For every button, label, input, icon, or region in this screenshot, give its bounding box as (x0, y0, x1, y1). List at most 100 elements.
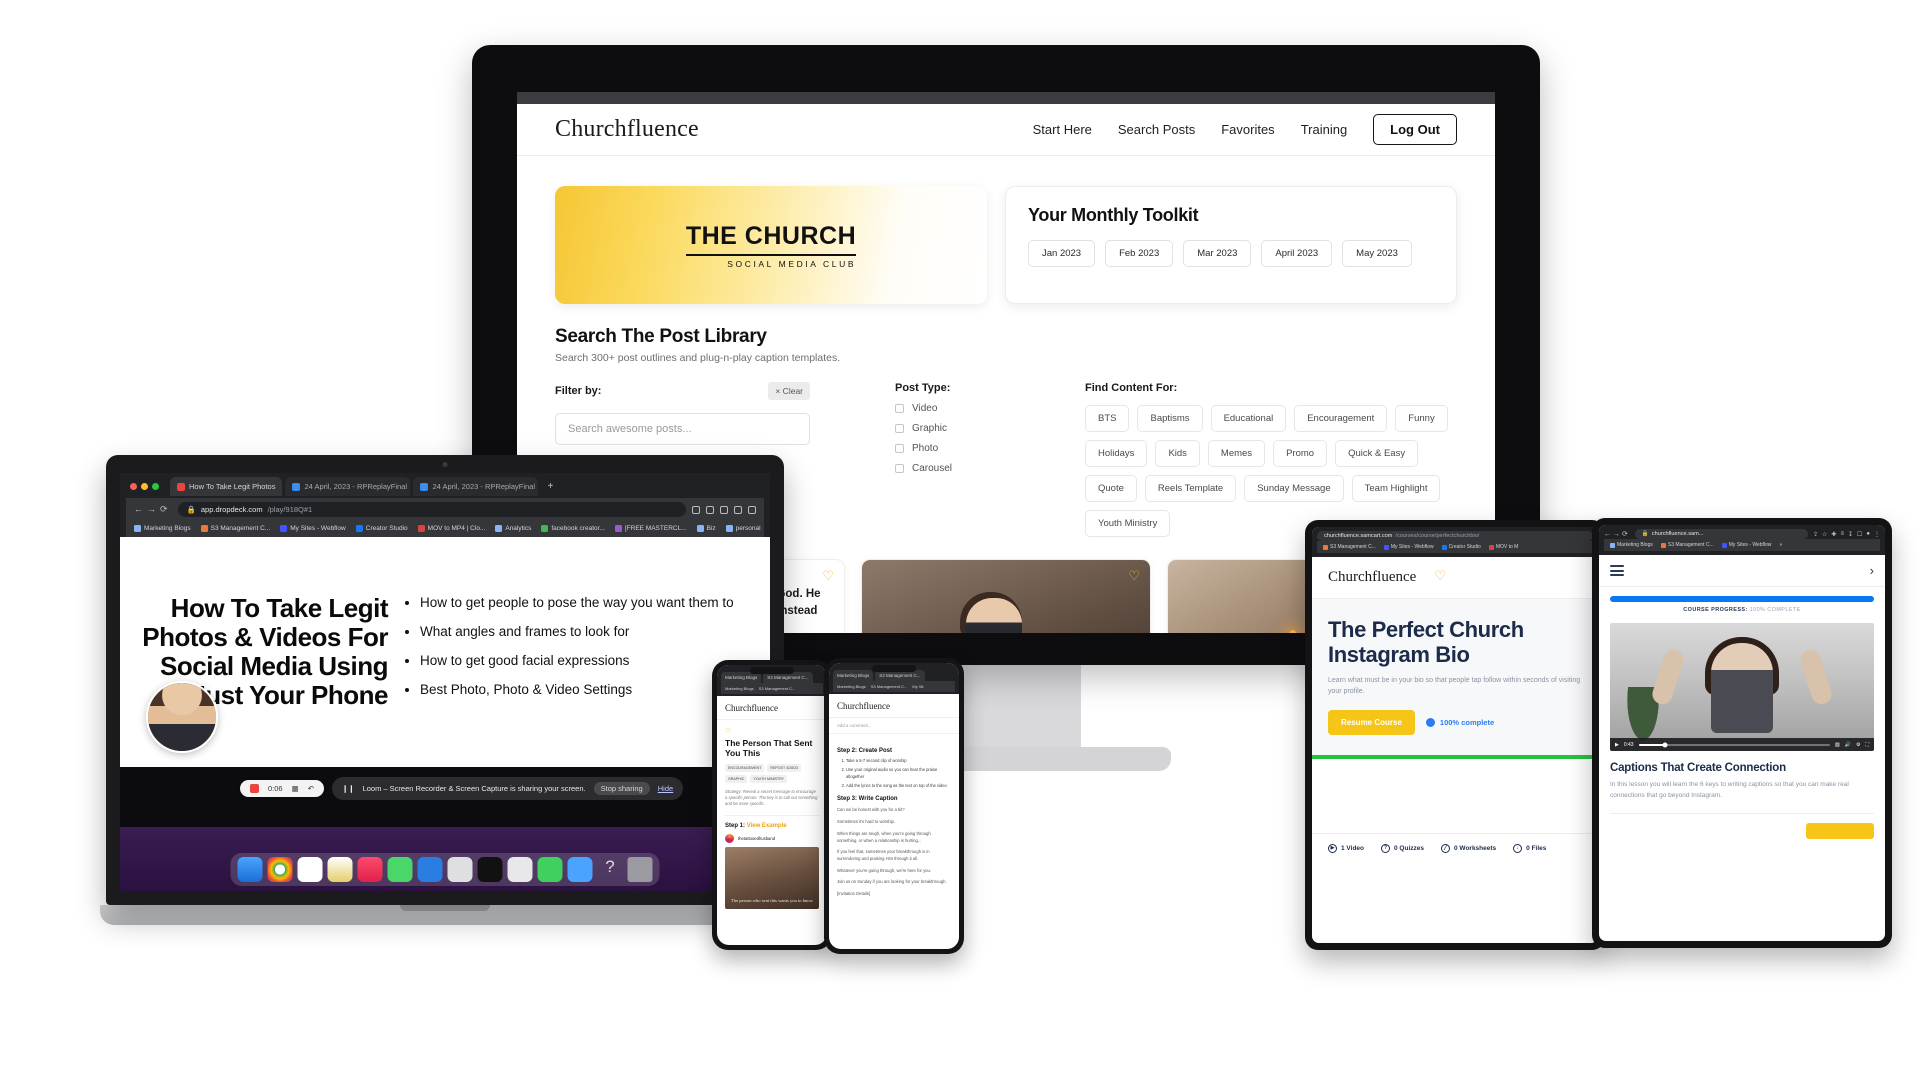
next-lesson-button[interactable] (1806, 823, 1874, 840)
nav-item-search-posts[interactable]: Search Posts (1118, 122, 1195, 137)
bookmark-mov-to-mp4[interactable]: MOV to MP4 | Clo... (417, 525, 485, 532)
reading-list-icon[interactable]: ≡ (1840, 531, 1844, 537)
resume-course-button[interactable]: Resume Course (1328, 709, 1415, 735)
bookmark-marketing-blogs[interactable]: Marketing Blogs (134, 525, 191, 532)
dock-facetime-icon[interactable] (537, 857, 563, 882)
dock-calculator-icon[interactable] (507, 857, 533, 882)
new-tab-icon[interactable]: + (541, 481, 559, 492)
profile-avatar-icon[interactable]: ● (1866, 531, 1870, 537)
window-icon[interactable]: ☐ (1857, 531, 1862, 538)
checkbox-icon[interactable] (895, 464, 904, 473)
dock-help-icon[interactable]: ? (598, 857, 623, 882)
share-icon[interactable] (692, 505, 700, 514)
bookmark-free-masterclass[interactable]: [FREE MASTERCL... (614, 525, 687, 532)
phone-bookmark-2[interactable]: S3 Management C... (871, 684, 908, 689)
download-icon[interactable]: ↧ (1848, 531, 1853, 538)
tablet-bookmark-webflow[interactable]: My Sites - Webflow (1721, 542, 1771, 548)
checkbox-icon[interactable] (895, 404, 904, 413)
checkbox-icon[interactable] (895, 444, 904, 453)
volume-icon[interactable]: 🔊 (1845, 742, 1851, 748)
phone-bookmark-1[interactable]: Marketing Blogs (837, 684, 866, 689)
bookmark-facebook-creator[interactable]: facebook creator... (541, 525, 605, 532)
video-scrubber[interactable] (1638, 742, 1831, 747)
month-chip-feb[interactable]: Feb 2023 (1105, 240, 1174, 267)
result-card-photo-1[interactable]: ♡ (861, 559, 1151, 633)
lesson-video-player[interactable]: ▶ 0:43 ▧ 🔊 ⚙ ⛶ (1610, 623, 1874, 751)
browser-menu-icon[interactable]: ⋮ (1874, 531, 1880, 538)
checkbox-row-photo[interactable]: Photo (895, 443, 1085, 454)
tablet-bookmark-mov[interactable]: MOV to M (1488, 544, 1518, 550)
bookmark-biz[interactable]: Biz (696, 525, 716, 532)
tag-encouragement[interactable]: Encouragement (1294, 405, 1388, 432)
phone-bookmark-3[interactable]: My Sit (912, 684, 923, 689)
extensions-icon[interactable] (720, 505, 728, 514)
tag-team-highlight[interactable]: Team Highlight (1351, 475, 1441, 502)
month-chip-may[interactable]: May 2023 (1342, 240, 1412, 267)
recorder-controls[interactable]: 0:06 ▦ ↶ (240, 779, 324, 797)
favorite-heart-icon[interactable]: ♡ (822, 568, 834, 584)
grid-icon[interactable]: ▦ (292, 784, 299, 793)
url-input[interactable]: 🔒 app.dropdeck.com /play/918Q#1 (177, 502, 686, 517)
dock-trash-icon[interactable] (627, 857, 653, 882)
close-window-icon[interactable] (130, 483, 137, 490)
menu-hamburger-icon[interactable] (1610, 565, 1624, 576)
browser-menu-icon[interactable] (748, 505, 756, 514)
nav-item-start-here[interactable]: Start Here (1033, 122, 1092, 137)
profile-avatar-icon[interactable] (734, 505, 742, 514)
minimize-window-icon[interactable] (141, 483, 148, 490)
tag-quote[interactable]: Quote (1085, 475, 1137, 502)
browser-tab-2[interactable]: 24 April, 2023 - RPReplayFinal (285, 477, 411, 496)
tag-memes[interactable]: Memes (1207, 440, 1266, 467)
logout-button[interactable]: Log Out (1373, 114, 1457, 145)
dock-zoom-icon[interactable] (417, 857, 443, 882)
hide-button[interactable]: Hide (658, 784, 673, 793)
stop-sharing-button[interactable]: Stop sharing (593, 781, 650, 795)
browser-tab-3[interactable]: 24 April, 2023 - RPReplayFinal (413, 477, 539, 496)
dock-settings-icon[interactable] (447, 857, 473, 882)
favorite-heart-icon[interactable]: ♡ (725, 727, 819, 735)
tag-reels-template[interactable]: Reels Template (1144, 475, 1237, 502)
favorite-heart-icon[interactable]: ♡ (1434, 568, 1446, 584)
month-chip-jan[interactable]: Jan 2023 (1028, 240, 1096, 267)
nav-item-favorites[interactable]: Favorites (1221, 122, 1274, 137)
month-chip-mar[interactable]: Mar 2023 (1183, 240, 1252, 267)
undo-icon[interactable]: ↶ (308, 784, 314, 793)
bookmark-personal[interactable]: personal (725, 525, 761, 532)
tag-holidays[interactable]: Holidays (1085, 440, 1148, 467)
tablet-bookmark-creator-studio[interactable]: Creator Studio (1441, 544, 1481, 550)
bookmark-star-icon[interactable]: ☆ (1822, 531, 1827, 538)
tag-promo[interactable]: Promo (1273, 440, 1328, 467)
month-chip-april[interactable]: April 2023 (1261, 240, 1333, 267)
stop-recording-icon[interactable] (250, 783, 259, 793)
checkbox-row-graphic[interactable]: Graphic (895, 423, 1085, 434)
tag-sunday-message[interactable]: Sunday Message (1244, 475, 1344, 502)
tablet-url-input[interactable]: churchfluence.samcart.com /courses/cours… (1317, 531, 1593, 541)
tag-bts[interactable]: BTS (1085, 405, 1130, 432)
video-scrubber-knob[interactable] (1662, 742, 1668, 747)
tablet-bookmark-s3[interactable]: S3 Management C... (1323, 544, 1376, 550)
checkbox-icon[interactable] (895, 424, 904, 433)
dock-music-icon[interactable] (357, 857, 383, 882)
tablet-bookmark-webflow[interactable]: My Sites - Webflow (1383, 544, 1434, 550)
nav-buttons-icon[interactable]: ←→⟳ (1604, 530, 1630, 538)
checkbox-row-carousel[interactable]: Carousel (895, 463, 1085, 474)
comment-input[interactable]: Add a comment... (829, 718, 959, 734)
tag-baptisms[interactable]: Baptisms (1137, 405, 1203, 432)
extensions-icon[interactable]: ✚ (1831, 531, 1836, 538)
tablet-bookmarks-overflow-icon[interactable]: » (1779, 542, 1782, 548)
dock-chrome-icon[interactable] (267, 857, 293, 882)
chevron-right-icon[interactable]: › (1870, 563, 1874, 578)
checkbox-row-video[interactable]: Video (895, 403, 1085, 414)
tag-funny[interactable]: Funny (1395, 405, 1448, 432)
dock-figma-icon[interactable] (477, 857, 503, 882)
dock-notes-icon[interactable] (327, 857, 353, 882)
dock-preview-icon[interactable] (567, 857, 593, 882)
fullscreen-icon[interactable]: ⛶ (1865, 742, 1869, 748)
tag-quick-easy[interactable]: Quick & Easy (1335, 440, 1419, 467)
play-icon[interactable]: ▶ (1615, 742, 1619, 748)
view-example-link[interactable]: View Example (747, 823, 787, 829)
phone-bookmark-1[interactable]: Marketing Blogs (725, 686, 754, 691)
dock-messages-icon[interactable] (387, 857, 413, 882)
browser-tab-1[interactable]: How To Take Legit Photos (170, 477, 283, 496)
nav-buttons-icon[interactable]: ←→⟳ (134, 504, 172, 515)
